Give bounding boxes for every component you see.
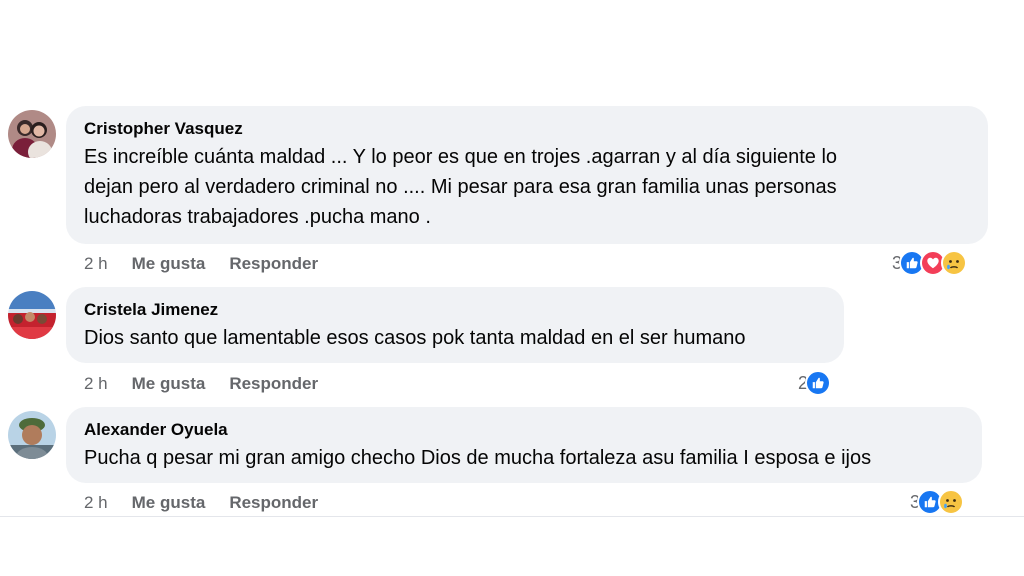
- reply-button[interactable]: Responder: [229, 254, 318, 274]
- comment-author[interactable]: Alexander Oyuela: [84, 419, 964, 441]
- comment-text-line: Es increíble cuánta maldad ... Y lo peor…: [84, 146, 838, 168]
- like-button[interactable]: Me gusta: [132, 493, 206, 513]
- comment-text-line: luchadoras trabajadores .pucha mano .: [84, 206, 431, 228]
- reply-button[interactable]: Responder: [229, 374, 318, 394]
- reactions-summary[interactable]: 2: [798, 369, 832, 397]
- avatar[interactable]: [8, 291, 56, 339]
- comment-timestamp[interactable]: 2 h: [84, 374, 108, 394]
- comment-actions: 2 h Me gusta Responder: [84, 491, 318, 515]
- comment-actions: 2 h Me gusta Responder: [84, 372, 318, 396]
- comment-timestamp[interactable]: 2 h: [84, 254, 108, 274]
- comment-bubble: Alexander Oyuela Pucha q pesar mi gran a…: [66, 407, 982, 483]
- comment-text-line: Pucha q pesar mi gran amigo checho Dios …: [84, 447, 872, 469]
- like-button[interactable]: Me gusta: [132, 374, 206, 394]
- avatar[interactable]: [8, 411, 56, 459]
- reactions-summary[interactable]: 3: [892, 249, 968, 277]
- reply-button[interactable]: Responder: [229, 493, 318, 513]
- comment-author[interactable]: Cristopher Vasquez: [84, 118, 970, 140]
- comment-text-line: dejan pero al verdadero criminal no ....…: [84, 176, 837, 198]
- comment-actions: 2 h Me gusta Responder: [84, 252, 318, 276]
- sad-icon: [938, 489, 965, 515]
- avatar[interactable]: [8, 110, 56, 158]
- sad-icon: [941, 250, 968, 276]
- reactions-summary[interactable]: 3: [910, 488, 965, 516]
- comment-bubble: Cristopher Vasquez Es increíble cuánta m…: [66, 106, 988, 244]
- comment-text-line: Dios santo que lamentable esos casos pok…: [84, 327, 746, 349]
- divider: [0, 516, 1024, 517]
- like-icon: [805, 370, 832, 396]
- comment-bubble: Cristela Jimenez Dios santo que lamentab…: [66, 287, 844, 363]
- comment-timestamp[interactable]: 2 h: [84, 493, 108, 513]
- like-button[interactable]: Me gusta: [132, 254, 206, 274]
- comment-author[interactable]: Cristela Jimenez: [84, 299, 826, 321]
